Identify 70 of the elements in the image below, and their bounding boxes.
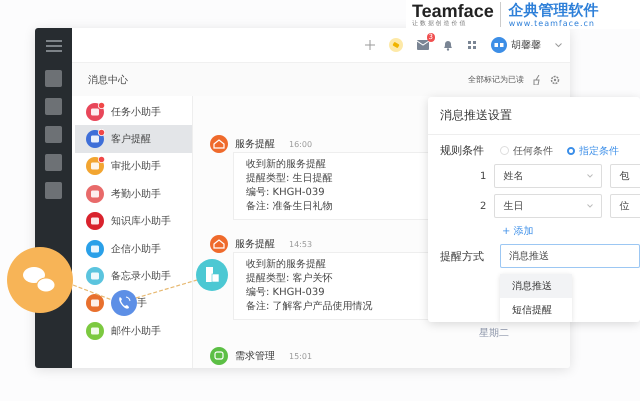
message-line: 备注: 准备生日礼物 [246,200,333,214]
settings-icon[interactable] [550,74,560,84]
assistant-name: 考勤小助手 [111,188,161,201]
assistant-list-item[interactable]: 审批小助手 [75,152,192,180]
operator-select[interactable]: 包 [610,164,640,188]
dropdown-option[interactable]: 消息推送 [500,274,572,298]
rule-condition-label: 规则条件 [440,143,485,158]
assistant-list-item[interactable]: 考勤小助手 [75,180,192,208]
menu-icon[interactable] [46,40,62,52]
message-line: 提醒类型: 客户关怀 [246,272,333,286]
dashed-connector [72,284,112,301]
add-icon[interactable] [365,40,375,50]
add-condition-link[interactable]: + 添加 [502,224,640,238]
assistant-name: 客户提醒 [111,132,151,146]
avatar-icon[interactable] [491,37,507,53]
assistant-name: 审批小助手 [111,160,161,174]
message-time: 14:53 [289,240,312,248]
assistant-list-item[interactable]: 任务小助手 [75,98,192,126]
assistant-list-item[interactable]: 备忘录小助手 [75,262,192,290]
assistant-name: 备忘录小助手 [111,270,171,284]
dropdown-option[interactable]: 短信提醒 [500,298,572,322]
sender-name: 服务提醒 [235,138,275,151]
page-title: 消息中心 [88,74,129,86]
remind-method-select[interactable]: 消息推送 [500,244,640,268]
message-line: 编号: KHGH-039 [246,286,325,300]
assistant-name: 企信小助手 [111,242,161,256]
chevron-down-icon [587,174,594,178]
brand-name: Teamface [412,2,494,20]
message-line: 收到新的服务提醒 [246,158,326,172]
chevron-down-icon [587,204,594,208]
sender-name: 服务提醒 [235,238,275,251]
chevron-down-icon[interactable] [555,42,562,48]
tag-icon[interactable] [389,38,403,52]
assistant-name: 邮件小助手 [111,324,161,338]
condition-number: 2 [480,200,486,212]
assistant-list-item[interactable]: 手 [75,290,192,318]
product-name: 企典管理软件 [508,2,599,18]
remind-method-label: 提醒方式 [440,248,485,264]
assistant-name: 手 [137,296,147,310]
dashed-connector [136,279,198,299]
assistant-name: 知识库小助手 [111,214,171,228]
panel-title: 消息推送设置 [428,97,640,135]
mark-all-read-link[interactable]: 全部标记为已读 [468,74,524,85]
field-select[interactable]: 生日 [494,194,602,218]
message-time: 16:00 [289,140,312,148]
condition-radio[interactable]: 任何条件 [500,144,553,158]
condition-number: 1 [480,170,486,182]
message-time: 15:01 [289,352,312,360]
house-icon [209,134,229,154]
assistant-list-item[interactable]: 知识库小助手 [75,208,192,235]
assistant-list-item[interactable]: 邮件小助手 [75,317,192,345]
website-url: www.teamface.cn [508,18,596,28]
operator-select[interactable]: 位 [610,194,640,218]
assistant-list-item[interactable]: 客户提醒 [75,125,192,153]
sender-name: 需求管理 [235,350,275,363]
assistant-list-item[interactable]: 企信小助手 [75,234,192,262]
field-select[interactable]: 姓名 [494,164,602,188]
date-separator: 星期二 [478,326,510,340]
assistant-name: 任务小助手 [111,106,161,119]
mail-icon[interactable] [417,40,429,50]
grid-icon[interactable] [467,40,477,50]
message-line: 提醒类型: 生日提醒 [246,172,333,186]
message-line: 收到新的服务提醒 [246,258,326,272]
phone-icon [111,290,137,316]
message-line: 备注: 了解客户产品使用情况 [246,300,373,314]
building-icon [196,259,228,291]
bell-icon[interactable] [443,40,453,50]
house-icon [209,234,229,254]
message-line: 编号: KHGH-039 [246,186,325,200]
user-name[interactable]: 胡馨馨 [511,38,541,52]
